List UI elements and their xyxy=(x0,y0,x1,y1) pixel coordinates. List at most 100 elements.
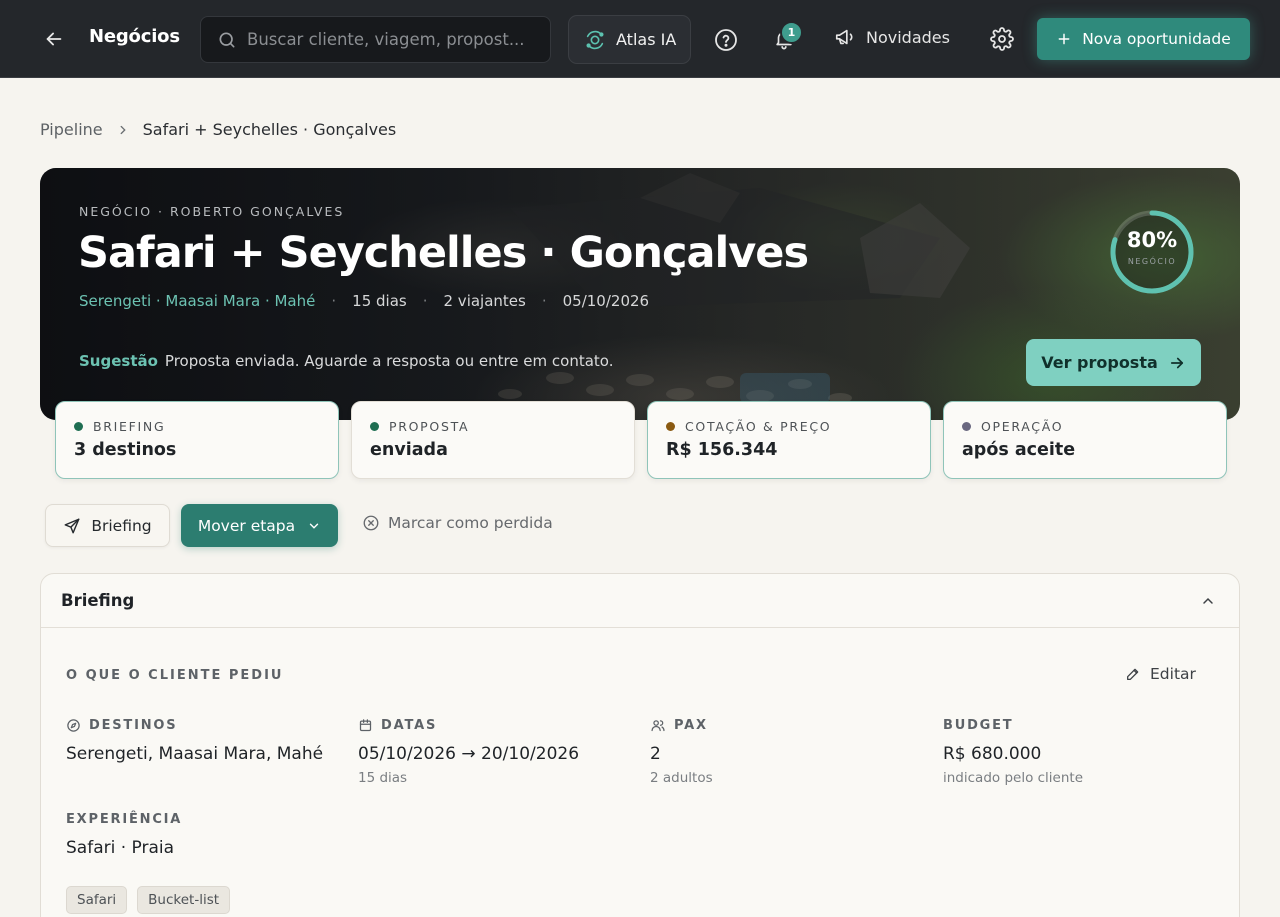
field-subtext: 2 adultos xyxy=(650,770,713,786)
field-label: BUDGET xyxy=(943,718,1014,733)
field-datas: DATAS 05/10/2026 → 20/10/2026 15 dias xyxy=(358,718,579,786)
progress-value: 80% xyxy=(1126,228,1178,252)
chevron-up-icon[interactable] xyxy=(1200,593,1216,609)
deal-meta: Serengeti · Maasai Mara · Mahé · 15 dias… xyxy=(79,292,649,310)
briefing-panel: Briefing O QUE O CLIENTE PEDIU Editar DE… xyxy=(40,573,1240,917)
stage-value: enviada xyxy=(370,440,448,460)
view-proposal-label: Ver proposta xyxy=(1041,353,1158,372)
deal-duration: 15 dias xyxy=(352,292,407,310)
back-button[interactable] xyxy=(40,25,68,53)
briefing-panel-header[interactable]: Briefing xyxy=(41,574,1239,628)
help-icon xyxy=(715,29,737,51)
stage-card-briefing[interactable]: BRIEFING 3 destinos xyxy=(55,401,339,479)
atlas-orbit-icon xyxy=(586,30,604,49)
suggestion: Sugestão Proposta enviada. Aguarde a resp… xyxy=(79,352,613,370)
field-value: 05/10/2026 → 20/10/2026 xyxy=(358,744,580,764)
mark-lost-button[interactable]: Marcar como perdida xyxy=(362,514,553,532)
x-circle-icon xyxy=(363,515,379,531)
deal-travelers: 2 viajantes xyxy=(443,292,526,310)
stage-card-cotacao[interactable]: COTAÇÃO & PREÇO R$ 156.344 xyxy=(647,401,931,479)
deal-kicker: NEGÓCIO · ROBERTO GONÇALVES xyxy=(79,204,345,219)
meta-separator: · xyxy=(541,292,547,310)
gear-icon xyxy=(990,27,1014,51)
deal-hero-banner: NEGÓCIO · ROBERTO GONÇALVES Safari + Sey… xyxy=(40,168,1240,420)
stage-status-dot xyxy=(74,422,83,431)
back-arrow-icon xyxy=(46,32,62,46)
deal-destinations: Serengeti · Maasai Mara · Mahé xyxy=(79,292,316,310)
field-pax: PAX 2 2 adultos xyxy=(650,718,713,786)
move-stage-label: Mover etapa xyxy=(197,516,296,535)
field-label: DATAS xyxy=(381,718,438,733)
meta-separator: · xyxy=(422,292,428,310)
suggestion-text: Proposta enviada. Aguarde a resposta ou … xyxy=(164,352,614,370)
field-label: DESTINOS xyxy=(89,718,178,733)
stage-card-operacao[interactable]: OPERAÇÃO após aceite xyxy=(943,401,1227,479)
briefing-button-label: Briefing xyxy=(91,516,152,535)
send-icon xyxy=(64,518,80,533)
news-label: Novidades xyxy=(866,27,950,47)
stage-status-dot xyxy=(370,422,379,431)
pencil-icon xyxy=(1127,668,1139,680)
section-label: O QUE O CLIENTE PEDIU xyxy=(66,668,284,683)
stage-value: após aceite xyxy=(962,440,1076,460)
news-button[interactable]: Novidades xyxy=(834,26,950,48)
stage-label: COTAÇÃO & PREÇO xyxy=(685,419,832,434)
stage-label: OPERAÇÃO xyxy=(981,419,1064,434)
atlas-ia-label: Atlas IA xyxy=(616,30,677,49)
move-stage-button[interactable]: Mover etapa xyxy=(181,504,338,547)
field-value: R$ 680.000 xyxy=(943,744,1042,764)
field-label: PAX xyxy=(674,718,708,733)
users-icon xyxy=(651,720,665,732)
settings-button[interactable] xyxy=(988,25,1016,53)
progress-label: NEGÓCIO xyxy=(1127,257,1177,266)
stage-value: R$ 156.344 xyxy=(666,440,778,460)
field-subtext: indicado pelo cliente xyxy=(943,770,1084,786)
arrow-right-icon xyxy=(1170,357,1183,368)
suggestion-label: Sugestão xyxy=(79,352,158,370)
field-label: EXPERIÊNCIA xyxy=(66,812,183,827)
new-opportunity-button[interactable]: Nova oportunidade xyxy=(1037,18,1250,60)
view-proposal-button[interactable]: Ver proposta xyxy=(1026,339,1201,386)
stage-label: BRIEFING xyxy=(93,419,166,434)
briefing-button[interactable]: Briefing xyxy=(45,504,170,547)
breadcrumb-current: Safari + Seychelles · Gonçalves xyxy=(142,120,397,139)
edit-label: Editar xyxy=(1150,665,1196,683)
field-experiencia: EXPERIÊNCIA Safari · Praia xyxy=(66,812,182,858)
field-value: Safari · Praia xyxy=(66,838,175,858)
mark-lost-label: Marcar como perdida xyxy=(388,514,553,532)
chevron-down-icon xyxy=(309,523,319,529)
help-button[interactable] xyxy=(712,26,740,54)
megaphone-icon xyxy=(835,29,853,45)
deal-date: 05/10/2026 xyxy=(562,292,650,310)
progress-ring xyxy=(1110,210,1194,294)
breadcrumb-pipeline-link[interactable]: Pipeline xyxy=(40,120,103,139)
calendar-icon xyxy=(359,719,372,732)
compass-icon xyxy=(67,719,80,732)
atlas-ia-button[interactable]: Atlas IA xyxy=(568,15,691,64)
search-box[interactable] xyxy=(200,16,551,63)
field-value: 2 xyxy=(650,744,661,764)
meta-separator: · xyxy=(331,292,337,310)
stage-status-dot xyxy=(666,422,675,431)
tag: Safari xyxy=(66,886,128,914)
stage-value: 3 destinos xyxy=(74,440,177,460)
field-destinos: DESTINOS Serengeti, Maasai Mara, Mahé xyxy=(66,718,323,764)
top-bar: Negócios Atlas IA 1 Novidades Nova oport… xyxy=(0,0,1280,78)
tag: Bucket-list xyxy=(137,886,231,914)
chevron-right-icon xyxy=(116,123,130,137)
search-icon xyxy=(219,32,235,48)
new-opportunity-label: Nova oportunidade xyxy=(1082,30,1231,48)
page-title: Negócios xyxy=(89,26,180,47)
stage-label: PROPOSTA xyxy=(389,419,470,434)
experience-tags: Safari Bucket-list xyxy=(66,886,240,914)
plus-icon xyxy=(1058,33,1070,45)
stage-card-proposta[interactable]: PROPOSTA enviada xyxy=(351,401,635,479)
search-input[interactable] xyxy=(247,30,537,49)
deal-title: Safari + Seychelles · Gonçalves xyxy=(78,228,809,278)
stage-status-dot xyxy=(962,422,971,431)
briefing-panel-title: Briefing xyxy=(61,591,135,610)
breadcrumb: Pipeline Safari + Seychelles · Gonçalves xyxy=(40,120,396,139)
notification-badge: 1 xyxy=(780,21,803,44)
field-value: Serengeti, Maasai Mara, Mahé xyxy=(66,744,324,764)
edit-briefing-button[interactable]: Editar xyxy=(1125,665,1196,683)
